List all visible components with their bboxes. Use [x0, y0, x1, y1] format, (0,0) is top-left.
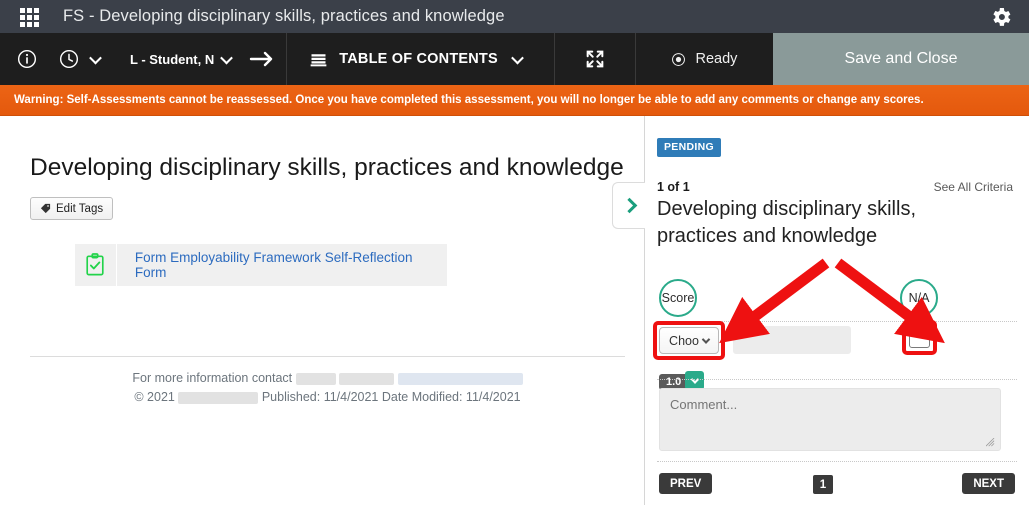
redacted-text — [295, 372, 336, 385]
user-selector-label[interactable]: L - Student, N — [130, 52, 214, 67]
page-number-button[interactable]: 1 — [813, 475, 833, 494]
divider-dotted-bottom — [657, 461, 1017, 462]
prev-button[interactable]: PREV — [659, 473, 713, 494]
chevron-right-icon — [621, 197, 637, 214]
arrow-right-icon[interactable] — [238, 33, 286, 85]
form-link-row[interactable]: Form Employability Framework Self-Reflec… — [75, 244, 447, 286]
footer-copyright-line: © 2021 Published: 11/4/2021 Date Modifie… — [30, 388, 625, 407]
edit-tags-label: Edit Tags — [56, 202, 104, 215]
criteria-title: Developing disciplinary skills, practice… — [657, 198, 916, 247]
comment-input[interactable] — [659, 388, 1001, 451]
assessment-title: Developing disciplinary skills, practice… — [30, 154, 624, 181]
radio-dot-icon — [672, 52, 686, 66]
save-and-close-button[interactable]: Save and Close — [773, 33, 1029, 85]
status-indicator: Ready — [636, 33, 773, 85]
status-label: Ready — [695, 51, 738, 67]
toc-label: TABLE OF CONTENTS — [339, 51, 498, 67]
tag-icon — [40, 203, 51, 214]
redacted-email — [397, 372, 523, 385]
toolbar: L - Student, N TABLE OF CONTENTS Ready S… — [0, 33, 1029, 85]
score-input[interactable] — [733, 326, 851, 354]
see-all-criteria-link[interactable]: See All Criteria — [934, 180, 1013, 194]
redacted-org — [178, 391, 259, 404]
info-circle-icon[interactable] — [10, 33, 44, 85]
page-title: FS - Developing disciplinary skills, pra… — [63, 7, 505, 25]
footer-contact-prefix: For more information contact — [132, 371, 293, 385]
right-pane: PENDING 1 of 1 See All Criteria Developi… — [645, 116, 1029, 505]
next-button[interactable]: NEXT — [962, 473, 1015, 494]
footer-copyright: © 2021 — [134, 390, 175, 404]
gear-icon[interactable] — [985, 3, 1017, 31]
history-chevron-down-icon[interactable] — [84, 33, 106, 85]
footer-contact-line: For more information contact — [30, 369, 625, 388]
warning-banner: Warning: Self-Assessments cannot be reas… — [0, 85, 1029, 116]
expand-fullscreen-icon[interactable] — [555, 33, 635, 85]
edit-tags-button[interactable]: Edit Tags — [30, 197, 114, 220]
highlight-na-checkbox — [902, 320, 937, 355]
application-window: FS - Developing disciplinary skills, pra… — [0, 0, 1029, 505]
score-circle-label: Score — [659, 279, 697, 317]
form-link-label[interactable]: Form Employability Framework Self-Reflec… — [135, 250, 447, 280]
table-of-contents-button[interactable]: TABLE OF CONTENTS — [287, 33, 554, 85]
na-circle-label: N/A — [900, 279, 938, 317]
left-pane: Developing disciplinary skills, practice… — [0, 116, 645, 505]
divider-dotted-middle — [657, 379, 1017, 380]
footer-info: For more information contact © 2021 Publ… — [30, 369, 625, 407]
grid-apps-icon[interactable] — [20, 7, 39, 27]
clock-icon[interactable] — [54, 33, 84, 85]
footer-divider — [30, 356, 625, 357]
user-chevron-down-icon[interactable] — [214, 33, 238, 85]
footer-published: Published: 11/4/2021 Date Modified: 11/4… — [261, 390, 521, 404]
status-badge: PENDING — [657, 138, 721, 157]
highlight-choose-dropdown — [653, 321, 725, 360]
content-area: Developing disciplinary skills, practice… — [0, 116, 1029, 505]
clipboard-check-icon — [75, 244, 117, 286]
stacked-layers-icon — [303, 49, 333, 70]
redacted-text — [339, 372, 395, 385]
top-bar: FS - Developing disciplinary skills, pra… — [0, 0, 1029, 33]
criteria-count: 1 of 1 — [657, 180, 690, 194]
toc-chevron-down-icon[interactable] — [498, 51, 538, 64]
resize-grip-icon[interactable] — [986, 438, 995, 447]
expand-panel-button[interactable] — [612, 182, 645, 229]
